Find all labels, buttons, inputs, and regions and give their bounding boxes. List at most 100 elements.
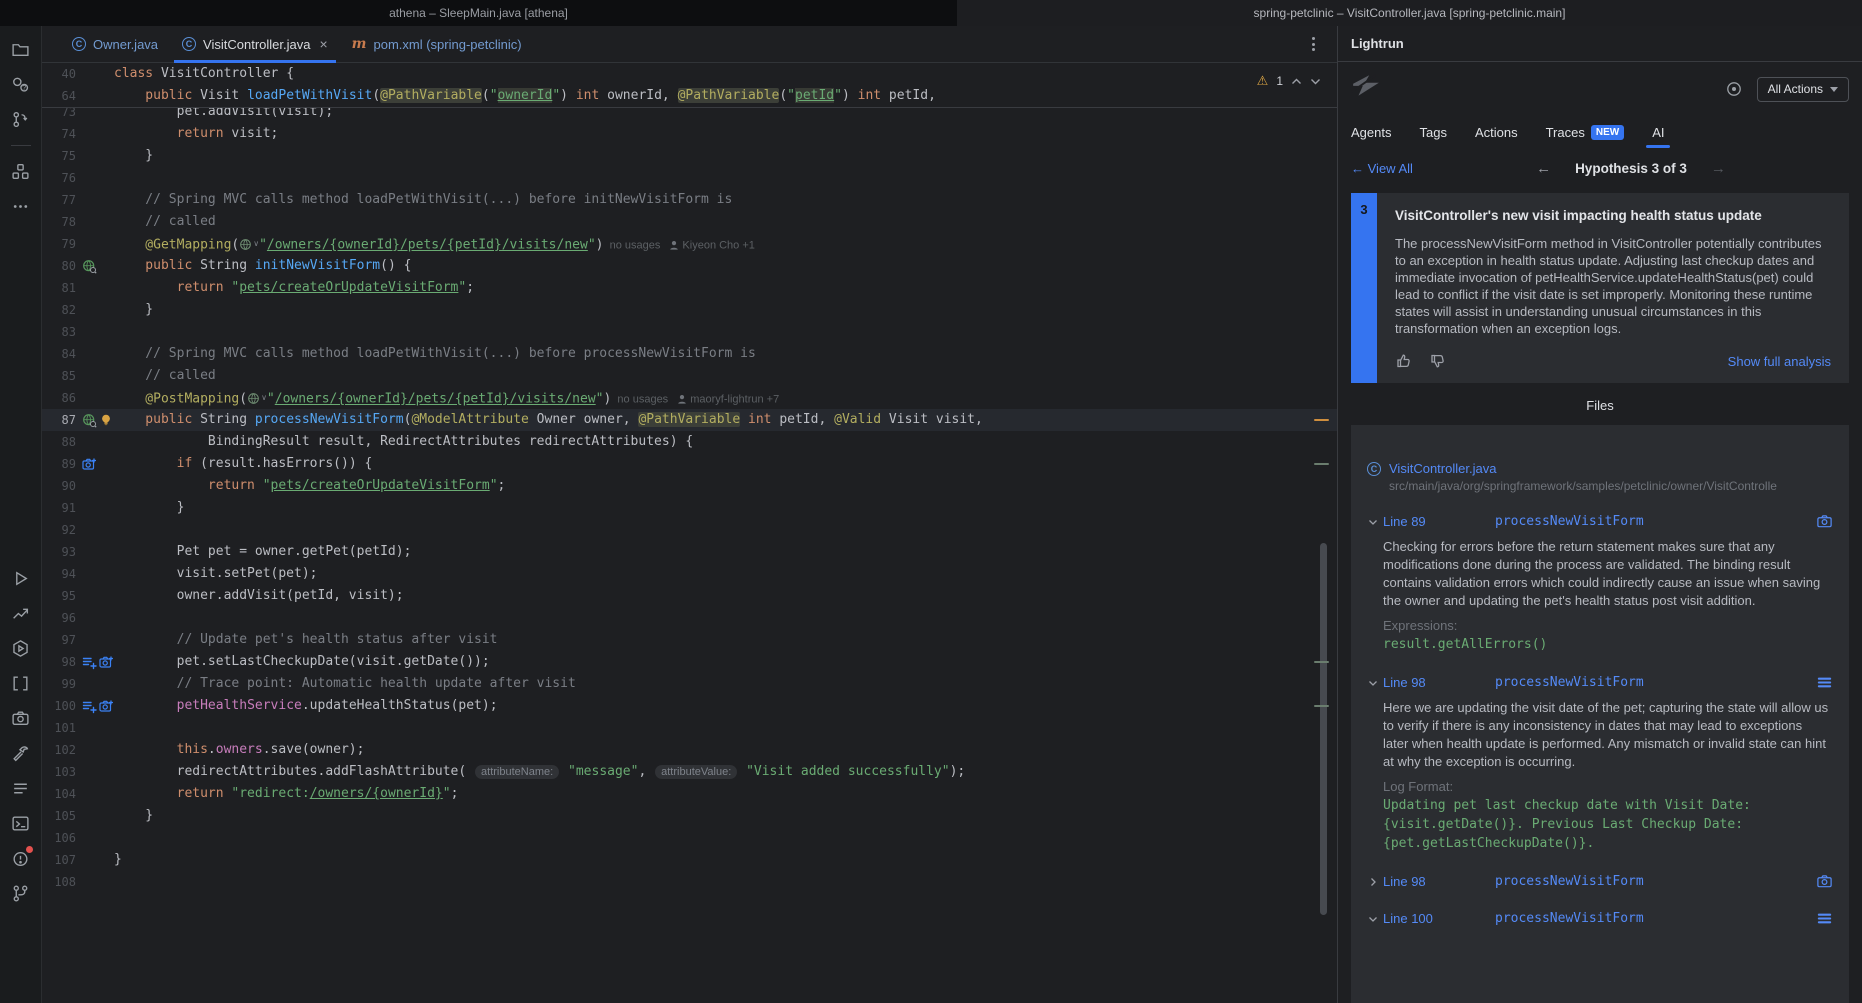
line-number[interactable]: 77 <box>42 189 76 211</box>
code-text[interactable]: pet.setLastCheckupDate(visit.getDate()); <box>114 651 1337 673</box>
code-text[interactable]: // called <box>114 211 1337 233</box>
line-number[interactable]: 87 <box>42 409 76 431</box>
file-entry-header[interactable]: Line 98 processNewVisitForm <box>1367 873 1833 890</box>
next-hypothesis-icon[interactable]: → <box>1711 160 1726 177</box>
tab-pom-xml[interactable]: m pom.xml (spring-petclinic) <box>340 26 534 62</box>
code-line-73[interactable]: 73 pet.addVisit(visit); <box>42 108 1337 123</box>
tab-traces[interactable]: TracesNEW <box>1546 116 1625 148</box>
code-line-94[interactable]: 94 visit.setPet(pet); <box>42 563 1337 585</box>
code-line-77[interactable]: 77 // Spring MVC calls method loadPetWit… <box>42 189 1337 211</box>
line-number[interactable]: 99 <box>42 673 76 695</box>
line-number[interactable]: 97 <box>42 629 76 651</box>
line-number[interactable]: 90 <box>42 475 76 497</box>
code-text[interactable]: BindingResult result, RedirectAttributes… <box>114 431 1337 453</box>
file-entry-header[interactable]: Line 89 processNewVisitForm <box>1367 513 1833 530</box>
screenshot-camera-icon[interactable] <box>8 705 34 731</box>
code-line-105[interactable]: 105 } <box>42 805 1337 827</box>
line-number[interactable]: 95 <box>42 585 76 607</box>
code-line-82[interactable]: 82 } <box>42 299 1337 321</box>
line-number[interactable]: 89 <box>42 453 76 475</box>
line-number[interactable]: 101 <box>42 717 76 739</box>
code-line-101[interactable]: 101 <box>42 717 1337 739</box>
code-line-103[interactable]: 103 redirectAttributes.addFlashAttribute… <box>42 761 1337 783</box>
git-branch-icon[interactable] <box>8 880 34 906</box>
stripe-mark-line-98[interactable] <box>1314 661 1329 663</box>
stripe-mark-line-100[interactable] <box>1314 705 1329 707</box>
tab-visitcontroller-java[interactable]: C VisitController.java × <box>170 26 340 62</box>
chevron-right-icon[interactable] <box>1367 876 1383 888</box>
code-text[interactable]: pet.addVisit(visit); <box>114 108 1337 123</box>
tab-agents[interactable]: Agents <box>1351 116 1391 148</box>
code-line-92[interactable]: 92 <box>42 519 1337 541</box>
line-number[interactable]: 108 <box>42 871 76 893</box>
stripe-mark-line-89[interactable] <box>1314 463 1329 465</box>
code-line-76[interactable]: 76 <box>42 167 1337 189</box>
code-line-80[interactable]: 80 public String initNewVisitForm() { <box>42 255 1337 277</box>
line-number[interactable]: 107 <box>42 849 76 871</box>
line-number[interactable]: 82 <box>42 299 76 321</box>
code-line-106[interactable]: 106 <box>42 827 1337 849</box>
project-folder-icon[interactable] <box>8 36 34 62</box>
profiler-icon[interactable] <box>8 600 34 626</box>
code-line-102[interactable]: 102 this.owners.save(owner); <box>42 739 1337 761</box>
code-line-86[interactable]: 86 @PostMapping(∨"/owners/{ownerId}/pets… <box>42 387 1337 409</box>
line-number[interactable]: 92 <box>42 519 76 541</box>
code-text[interactable]: } <box>114 299 1337 321</box>
code-text[interactable]: return visit; <box>114 123 1337 145</box>
line-number[interactable]: 64 <box>42 85 76 107</box>
line-number[interactable]: 76 <box>42 167 76 189</box>
code-text[interactable]: petHealthService.updateHealthStatus(pet)… <box>114 695 1337 717</box>
code-text[interactable] <box>114 167 1337 189</box>
tab-ai[interactable]: AI <box>1652 116 1664 148</box>
code-line-78[interactable]: 78 // called <box>42 211 1337 233</box>
line-number[interactable]: 86 <box>42 387 76 409</box>
code-text[interactable]: return "redirect:/owners/{ownerId}"; <box>114 783 1337 805</box>
code-text[interactable]: // Update pet's health status after visi… <box>114 629 1337 651</box>
code-line-87[interactable]: 87 public String processNewVisitForm(@Mo… <box>42 409 1337 431</box>
sticky-line-64[interactable]: 64 public Visit loadPetWithVisit(@PathVa… <box>42 85 1337 107</box>
line-number[interactable]: 83 <box>42 321 76 343</box>
code-line-83[interactable]: 83 <box>42 321 1337 343</box>
thumbs-down-icon[interactable] <box>1429 352 1447 370</box>
show-full-analysis-link[interactable]: Show full analysis <box>1728 354 1831 369</box>
snapshot-camera-icon[interactable] <box>82 457 97 472</box>
code-text[interactable]: owner.addVisit(petId, visit); <box>114 585 1337 607</box>
code-line-96[interactable]: 96 <box>42 607 1337 629</box>
file-entry-header[interactable]: Line 98 processNewVisitForm <box>1367 674 1833 691</box>
services-icon[interactable] <box>8 635 34 661</box>
code-text[interactable]: public Visit loadPetWithVisit(@PathVaria… <box>114 85 1337 107</box>
snapshot-camera-icon[interactable] <box>99 655 114 670</box>
line-number[interactable]: 103 <box>42 761 76 783</box>
tab-actions[interactable]: Actions <box>1475 116 1518 148</box>
thumbs-up-icon[interactable] <box>1395 352 1413 370</box>
code-line-98[interactable]: 98 pet.setLastCheckupDate(visit.getDate(… <box>42 651 1337 673</box>
chevron-down-icon[interactable] <box>1367 913 1383 925</box>
bookmarks-icon[interactable] <box>8 670 34 696</box>
code-text[interactable]: } <box>114 145 1337 167</box>
code-line-93[interactable]: 93 Pet pet = owner.getPet(petId); <box>42 541 1337 563</box>
code-text[interactable] <box>114 321 1337 343</box>
file-entry-header[interactable]: Line 100 processNewVisitForm <box>1367 910 1833 927</box>
code-line-88[interactable]: 88 BindingResult result, RedirectAttribu… <box>42 431 1337 453</box>
todo-icon[interactable] <box>8 775 34 801</box>
line-number[interactable]: 80 <box>42 255 76 277</box>
code-text[interactable] <box>114 827 1337 849</box>
code-editor[interactable]: 40class VisitController {64 public Visit… <box>42 63 1337 1003</box>
snapshot-camera-icon[interactable] <box>1816 873 1833 890</box>
line-number[interactable]: 78 <box>42 211 76 233</box>
code-text[interactable] <box>114 607 1337 629</box>
logpoint-icon[interactable] <box>82 655 97 670</box>
tab-tags[interactable]: Tags <box>1419 116 1446 148</box>
line-number[interactable]: 79 <box>42 233 76 255</box>
stripe-mark-line-87[interactable] <box>1314 419 1329 421</box>
line-number[interactable]: 85 <box>42 365 76 387</box>
line-number[interactable]: 88 <box>42 431 76 453</box>
code-text[interactable]: return "pets/createOrUpdateVisitForm"; <box>114 277 1337 299</box>
code-text[interactable]: // Trace point: Automatic health update … <box>114 673 1337 695</box>
view-all-link[interactable]: ← View All <box>1351 161 1413 176</box>
line-number[interactable]: 98 <box>42 651 76 673</box>
code-text[interactable]: @GetMapping(∨"/owners/{ownerId}/pets/{pe… <box>114 233 1337 255</box>
code-text[interactable]: return "pets/createOrUpdateVisitForm"; <box>114 475 1337 497</box>
line-number[interactable]: 94 <box>42 563 76 585</box>
problems-icon[interactable] <box>8 845 34 871</box>
